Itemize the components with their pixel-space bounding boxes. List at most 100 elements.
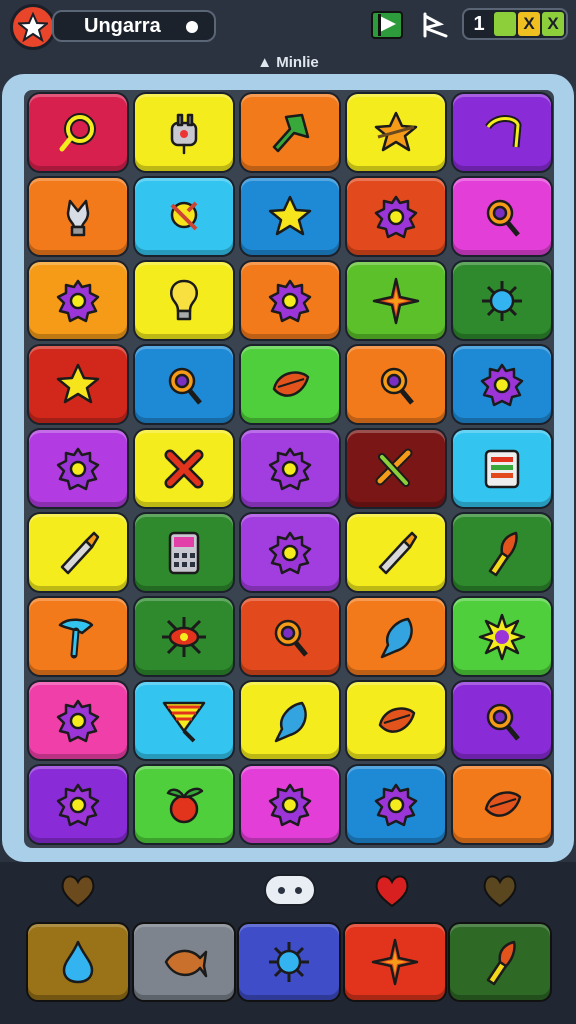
toggle-dot: [278, 887, 285, 894]
arrow-icon: [272, 113, 310, 152]
toggle-dot: [295, 887, 302, 894]
board-tile[interactable]: [241, 682, 339, 759]
gear-icon: [268, 783, 312, 826]
board-tile[interactable]: [135, 346, 233, 423]
tray-tile[interactable]: [239, 924, 339, 1000]
board-tile[interactable]: [347, 178, 445, 255]
magnifier-icon: [274, 619, 308, 657]
board-tile[interactable]: [241, 262, 339, 339]
boat-icon[interactable]: [420, 10, 450, 40]
top-bar: Ungarra 1 X X: [0, 0, 576, 52]
board-tile[interactable]: [241, 430, 339, 507]
counter-cell: X: [542, 12, 564, 36]
board-tile[interactable]: [135, 94, 233, 171]
board-tile[interactable]: [453, 514, 551, 591]
board-tile[interactable]: [241, 598, 339, 675]
plug-icon: [170, 113, 198, 154]
magnifier-icon: [486, 703, 520, 741]
game-title: Ungarra: [84, 14, 161, 37]
counter-value: 1: [473, 12, 485, 35]
board-tile[interactable]: [135, 682, 233, 759]
board-tile[interactable]: [241, 766, 339, 843]
tray-tile[interactable]: [344, 924, 445, 1000]
board-tile[interactable]: [453, 94, 551, 171]
board-tile[interactable]: [135, 766, 233, 843]
board-tile[interactable]: [347, 766, 445, 843]
board-tile[interactable]: [29, 514, 127, 591]
heart-icon[interactable]: [478, 868, 522, 912]
board-tile[interactable]: [453, 262, 551, 339]
toggle-switch[interactable]: [264, 874, 316, 906]
board-tile[interactable]: [29, 598, 127, 675]
drop-leaf-icon: [274, 701, 307, 742]
board-tile[interactable]: [135, 178, 233, 255]
board-tile[interactable]: [29, 346, 127, 423]
subtitle-icon: ▲: [257, 54, 277, 71]
star-icon: [56, 363, 100, 403]
board-tile[interactable]: [29, 178, 127, 255]
burst-icon: [478, 613, 526, 660]
board-tile[interactable]: [135, 430, 233, 507]
magnifier-icon: [380, 367, 414, 405]
pencil-cross-icon: [375, 448, 413, 487]
board-tile[interactable]: [347, 94, 445, 171]
gear-icon: [480, 363, 524, 406]
board-tile[interactable]: [241, 94, 339, 171]
board-tile[interactable]: [29, 682, 127, 759]
board-tile[interactable]: [135, 598, 233, 675]
board-tile[interactable]: [29, 766, 127, 843]
board-tile[interactable]: [29, 262, 127, 339]
gear-icon: [56, 279, 100, 322]
sparkle-icon: [372, 277, 420, 324]
eye-burst-icon: [162, 616, 206, 657]
heart-icon[interactable]: [370, 868, 414, 912]
lightbulb-claw-icon: [66, 199, 90, 236]
crayon-icon: [378, 531, 418, 574]
board-tile[interactable]: [453, 430, 551, 507]
board-tile[interactable]: [241, 346, 339, 423]
gear-icon: [56, 783, 100, 826]
board-tile[interactable]: [347, 514, 445, 591]
drop-icon: [62, 940, 94, 984]
fruit-icon: [166, 787, 204, 823]
tray-tile[interactable]: [450, 924, 550, 1000]
gear-icon: [268, 531, 312, 574]
leaf-icon: [484, 790, 522, 817]
title-pill: Ungarra: [52, 10, 216, 42]
board-tile[interactable]: [347, 598, 445, 675]
board-tile[interactable]: [347, 262, 445, 339]
rainbow-flag-icon: [162, 701, 206, 742]
board-tile[interactable]: [453, 346, 551, 423]
board-tile[interactable]: [453, 598, 551, 675]
lightbulb-icon: [170, 279, 198, 320]
tray-tile[interactable]: [133, 924, 234, 1000]
board-tile[interactable]: [453, 178, 551, 255]
board-tile[interactable]: [347, 682, 445, 759]
tray-top-row: [0, 862, 576, 922]
gear-icon: [56, 447, 100, 490]
counter-cell: X: [518, 12, 540, 36]
magnifier-icon: [486, 199, 520, 237]
board-tile[interactable]: [347, 346, 445, 423]
hammer-icon: [58, 618, 94, 658]
heart-icon[interactable]: [56, 868, 100, 912]
tray-tile[interactable]: [28, 924, 128, 1000]
flag-icon[interactable]: [370, 8, 404, 40]
board-tile[interactable]: [453, 766, 551, 843]
board-tile[interactable]: [29, 94, 127, 171]
cross-icon: [164, 449, 204, 488]
board-tile[interactable]: [453, 682, 551, 759]
board-tile[interactable]: [135, 514, 233, 591]
virus-icon: [269, 942, 309, 982]
board-tile[interactable]: [347, 430, 445, 507]
hook-icon: [485, 114, 522, 147]
board-tile[interactable]: [29, 430, 127, 507]
counter-cell: [494, 12, 516, 36]
board-tile[interactable]: [135, 262, 233, 339]
board-tile[interactable]: [241, 178, 339, 255]
bottom-tray: [0, 862, 576, 1024]
torch-icon: [486, 940, 516, 986]
star-icon[interactable]: [10, 4, 56, 50]
board-tile[interactable]: [241, 514, 339, 591]
ring-icon: [59, 112, 96, 151]
